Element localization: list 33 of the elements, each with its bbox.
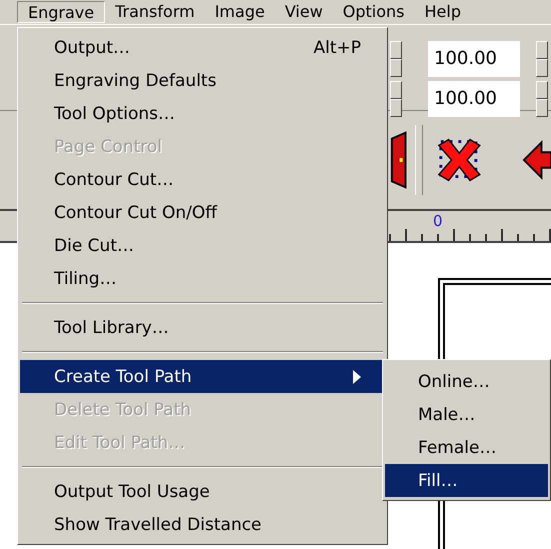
menu-bar-item[interactable]: Help — [414, 1, 471, 23]
spin-buttons[interactable] — [390, 41, 402, 77]
menu-bar-item[interactable]: Image — [204, 1, 275, 23]
menu-item[interactable]: Output Tool Usage — [20, 475, 385, 508]
toolbar-grip — [415, 125, 424, 195]
menu-bar-item[interactable]: Transform — [105, 1, 205, 23]
arrow-icon[interactable] — [522, 140, 551, 180]
spin-buttons[interactable] — [390, 81, 402, 117]
menu-item[interactable]: Tiling… — [20, 262, 385, 295]
menu-item[interactable]: Fill… — [385, 464, 548, 497]
door-icon[interactable] — [388, 130, 410, 190]
menu-item[interactable]: Online… — [385, 365, 548, 398]
menu-item[interactable]: Tool Options… — [20, 97, 385, 130]
ruler-label: 0 — [433, 212, 443, 230]
menu-bar-item[interactable]: Options — [332, 1, 415, 23]
spin-buttons[interactable] — [536, 41, 548, 77]
number-field[interactable]: 100.00 — [428, 81, 520, 117]
menu-item[interactable]: Tool Library… — [20, 311, 385, 344]
menu-item[interactable]: Show Travelled Distance — [20, 508, 385, 541]
submenu-arrow-icon — [353, 370, 361, 384]
shortcut-label: Alt+P — [313, 38, 361, 58]
menu-bar-item[interactable]: Engrave — [17, 1, 106, 23]
menu-item[interactable]: Create Tool Path — [20, 360, 385, 393]
menu-item[interactable]: Engraving Defaults — [20, 64, 385, 97]
menu-item[interactable]: Contour Cut On/Off — [20, 196, 385, 229]
number-field[interactable]: 100.00 — [428, 41, 520, 77]
menu-item[interactable]: Contour Cut… — [20, 163, 385, 196]
menu-item[interactable]: Female… — [385, 431, 548, 464]
spin-buttons[interactable] — [536, 81, 548, 117]
menu-item[interactable]: Output… Alt+P — [20, 31, 385, 64]
menu-item[interactable]: Male… — [385, 398, 548, 431]
menu-bar-item[interactable]: View — [274, 1, 333, 23]
menu-item[interactable]: Die Cut… — [20, 229, 385, 262]
